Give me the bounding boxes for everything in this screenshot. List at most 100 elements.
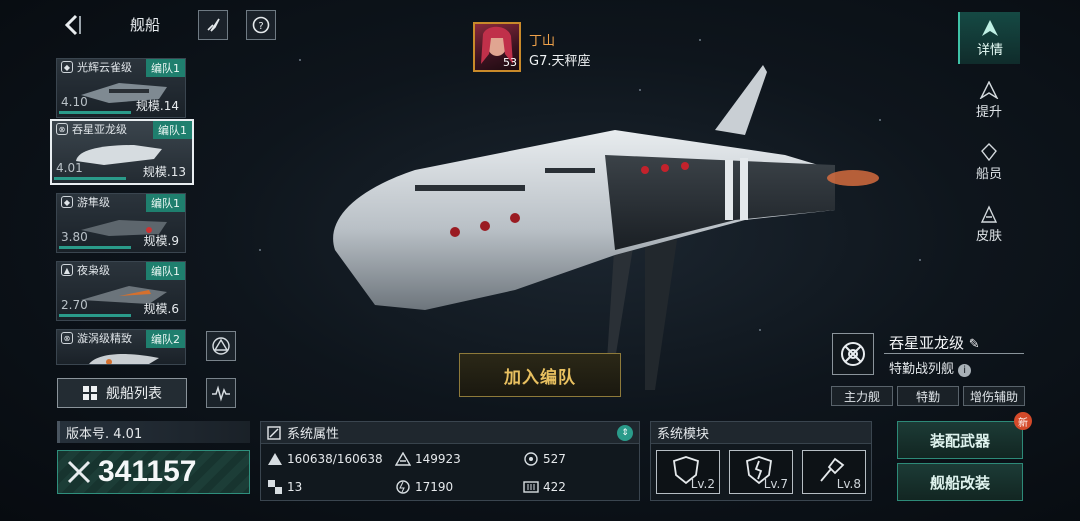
attr-value: 527 [543,452,566,466]
ship-class-name: 光辉云雀级 [77,61,132,74]
tab-details[interactable]: 详情 [958,12,1020,64]
stats-wave-button[interactable] [206,378,236,408]
armor-icon [395,452,411,466]
hull-icon [268,453,282,465]
crosshair-icon: ⊗ [56,123,68,135]
chevron-left-icon [64,14,81,36]
ship-list-button[interactable]: 舰船列表 [57,378,187,408]
attributes-title: 系统属性 [287,427,340,442]
energy-icon [396,480,410,494]
commander-portrait[interactable]: 53 [473,22,521,72]
module-slot-3[interactable]: Lv.8 [802,450,866,494]
ship-type-text: 特勤战列舰 [889,362,955,377]
crosshair-icon: ⊗ [61,332,73,344]
tag-damage-support[interactable]: 增伤辅助 [963,386,1025,406]
shield-ring-icon [524,452,538,466]
ship-card-1[interactable]: ⊗ 吞星亚龙级 编队1 4.01 规模.13 [50,119,194,185]
attr-value: 13 [287,480,303,494]
equip-weapons-button[interactable]: 装配武器 [897,421,1023,459]
ship-scale: 规模.14 [135,99,179,113]
fleet-icon [212,337,230,355]
fleet-tag: 编队1 [146,59,185,77]
progress-bar [54,177,126,180]
ship-version: 4.10 [61,95,88,109]
tab-label: 提升 [975,104,1002,120]
ship-card-0[interactable]: ◆ 光辉云雀级 编队1 4.10 规模.14 [56,58,186,118]
upgrade-icon [979,80,999,99]
ship-version: 3.80 [61,230,88,244]
tab-skin[interactable]: 皮肤 [958,198,1020,250]
progress-bar [59,246,131,249]
ship-version: 2.70 [61,298,88,312]
attr-shield: 527 [517,446,639,472]
tab-crew[interactable]: 船员 [958,136,1020,188]
rocket-button[interactable] [198,10,228,40]
crew-icon [981,142,997,161]
commander-name: 丁山 [529,34,556,49]
ship-scale: 规模.9 [143,234,179,248]
back-button[interactable] [60,12,86,38]
svg-text:?: ? [258,21,263,32]
divider [884,353,1024,354]
ship-class-emblem [832,333,874,375]
modules-title: 系统模块 [651,422,871,444]
commander-level: 53 [503,56,517,69]
ship-card-2[interactable]: ◆ 游隼级 编队1 3.80 规模.9 [56,193,186,253]
help-button[interactable]: ? [246,10,276,40]
attr-value: 149923 [415,452,461,466]
system-attributes-panel: 系统属性 ⇕ 160638/160638 149923 527 13 17190… [260,421,640,501]
module-slot-1[interactable]: Lv.2 [656,450,720,494]
module-level: Lv.2 [690,477,715,491]
ship-class-name: 游隼级 [77,196,110,209]
new-badge: 新 [1014,412,1032,430]
attribute-icon [267,425,281,440]
fleet-tag: 编队1 [153,121,192,139]
system-modules-panel: 系统模块 Lv.2 Lv.7 Lv.8 [650,421,872,501]
wave-icon [212,385,230,402]
tag-special[interactable]: 特勤 [897,386,959,406]
crosshair-icon [841,342,865,366]
fleet-formation-button[interactable] [206,331,236,361]
module-slot-2[interactable]: Lv.7 [729,450,793,494]
tab-label: 皮肤 [975,228,1002,244]
attr-armor: 149923 [389,446,515,472]
ship-class-name: 夜枭级 [77,264,110,277]
commander-system: G7.天秤座 [529,54,591,69]
ship-card-3[interactable]: ▲ 夜枭级 编队1 2.70 规模.6 [56,261,186,321]
join-fleet-button[interactable]: 加入编队 [459,353,621,397]
combat-power-value: 341157 [98,455,197,488]
progress-bar [59,314,131,317]
shield-icon: ◆ [61,196,73,208]
progress-bar [59,111,131,114]
attr-value: 422 [543,480,566,494]
attr-energy: 17190 [389,474,515,500]
ship-list-label: 舰船列表 [106,386,162,402]
ship-modify-button[interactable]: 舰船改装 [897,463,1023,501]
ship-model[interactable] [315,60,885,390]
attr-capacity: 422 [517,474,639,500]
tag-capital-ship[interactable]: 主力舰 [831,386,893,406]
edit-icon[interactable]: ✎ [969,337,980,352]
tab-upgrade[interactable]: 提升 [958,74,1020,126]
ship-icon [982,19,998,36]
ship-scale: 规模.6 [143,302,179,316]
combat-power: 341157 [57,450,250,494]
capacity-icon [523,481,539,493]
tab-label: 船员 [975,166,1002,182]
ship-class-name: 吞星亚龙级 [72,123,127,136]
attr-hull: 160638/160638 [261,446,387,472]
module-level: Lv.7 [763,477,788,491]
shield-icon: ◆ [61,61,73,73]
question-icon: ? [252,16,270,34]
skin-icon [980,204,998,223]
fleet-tag: 编队1 [146,194,185,212]
ship-thumbnail [89,354,159,364]
toggle-sort-icon[interactable]: ⇕ [617,425,633,441]
ship-name[interactable]: 吞星亚龙级 ✎ [889,332,980,353]
checker-icon [268,480,282,494]
info-icon[interactable]: i [958,364,972,377]
ship-card-4[interactable]: ⊗ 漩涡级精致 编队2 [56,329,186,365]
grid-icon [83,386,97,400]
ship-name-text: 吞星亚龙级 [889,334,965,352]
rocket-icon [207,18,220,32]
